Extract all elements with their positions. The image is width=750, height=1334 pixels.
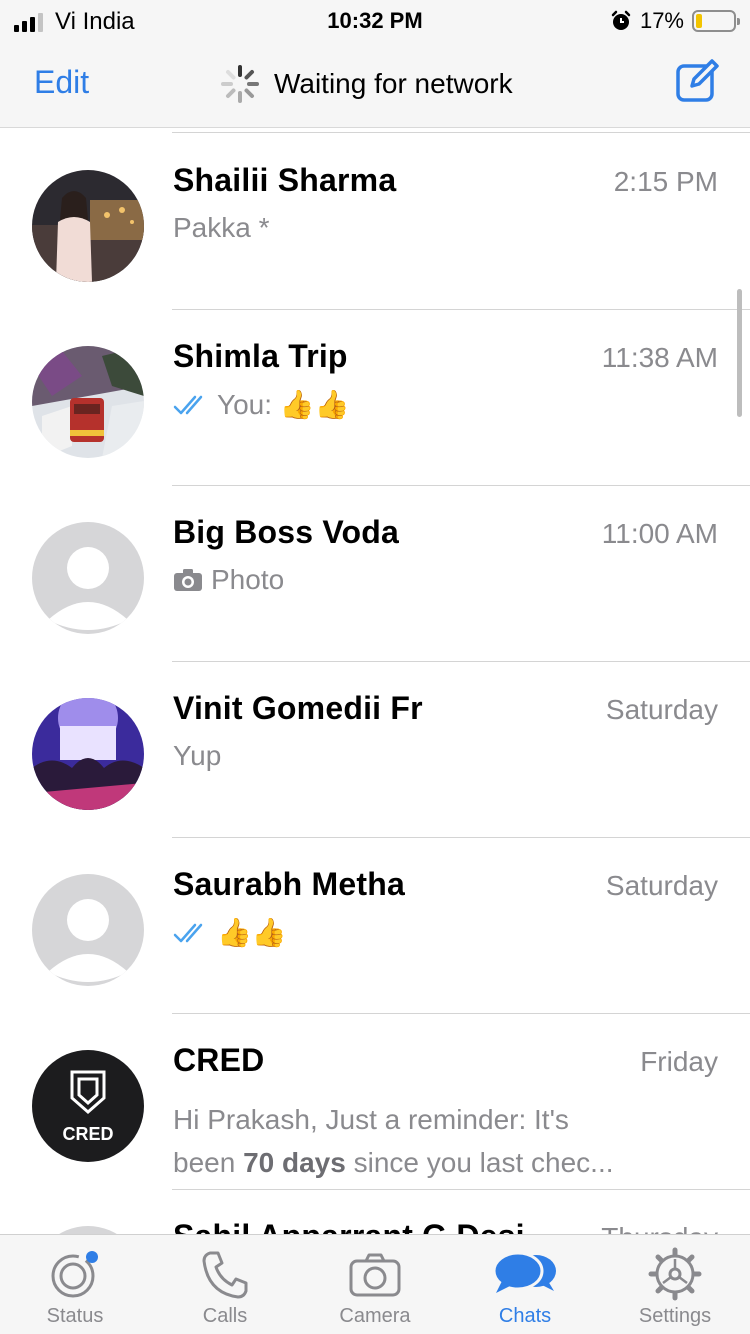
chat-name: Shailii Sharma xyxy=(173,162,397,198)
chat-row[interactable]: Shimla Trip 11:38 AM You: 👍👍 xyxy=(0,310,750,486)
battery-icon xyxy=(692,10,740,32)
battery-percent: 17% xyxy=(639,8,684,33)
battery-level xyxy=(696,14,703,28)
chats-icon xyxy=(492,1251,556,1293)
chat-name: CRED xyxy=(173,1042,265,1078)
chat-preview: Yup xyxy=(173,740,221,772)
chat-time: Friday xyxy=(640,1046,718,1077)
phone-icon xyxy=(202,1251,248,1299)
tab-label: Settings xyxy=(638,1305,712,1327)
chat-list[interactable]: Shailii Sharma 2:15 PM Pakka * Shimla Tr… xyxy=(0,129,750,1235)
alarm-icon xyxy=(611,10,631,30)
chat-name: Sahil Apparrant G Desi xyxy=(173,1218,525,1235)
divider xyxy=(172,132,750,133)
read-receipt-icon xyxy=(173,923,203,942)
tab-label: Camera xyxy=(339,1305,411,1327)
avatar xyxy=(32,170,144,282)
tab-label: Calls xyxy=(202,1305,248,1327)
chat-preview-line: Hi Prakash, Just a reminder: It's xyxy=(173,1104,569,1135)
gear-icon xyxy=(648,1247,702,1301)
chat-row[interactable]: Saurabh Metha Saturday 👍👍 xyxy=(0,838,750,1014)
status-bar: Vi India 10:32 PM 17% xyxy=(0,0,750,40)
chat-preview: Pakka * xyxy=(173,212,270,244)
camera-icon xyxy=(174,569,202,591)
camera-icon xyxy=(349,1253,401,1297)
chat-preview-text: Photo xyxy=(211,564,285,595)
avatar xyxy=(32,346,144,458)
chat-preview-line: been 70 days since you last chec... xyxy=(173,1147,614,1178)
chat-preview-text: 👍👍 xyxy=(217,917,287,948)
chat-row[interactable]: Vinit Gomedii Fr Saturday Yup xyxy=(0,662,750,838)
chat-preview: Photo xyxy=(173,564,284,596)
edit-button[interactable]: Edit xyxy=(34,64,89,101)
spinner-icon xyxy=(221,65,259,103)
avatar-placeholder xyxy=(32,874,144,986)
nav-title: Waiting for network xyxy=(274,68,513,99)
chat-row[interactable]: Sahil Apparrant G Desi Thursday xyxy=(0,1190,750,1235)
chat-row[interactable]: Shailii Sharma 2:15 PM Pakka * xyxy=(0,134,750,310)
chat-preview: Hi Prakash, Just a reminder: It's been 7… xyxy=(173,1098,663,1184)
logo-text: CRED xyxy=(62,1124,113,1144)
chat-row[interactable]: CRED CRED Friday Hi Prakash, Just a remi… xyxy=(0,1014,750,1190)
chat-name: Big Boss Voda xyxy=(173,514,400,550)
chat-time: 11:38 AM xyxy=(601,342,718,373)
status-icon xyxy=(51,1251,98,1298)
chat-time: 2:15 PM xyxy=(613,166,718,197)
avatar-logo: CRED xyxy=(32,1050,144,1162)
chat-preview-text: Pakka * xyxy=(173,212,270,243)
tab-settings[interactable]: Settings xyxy=(600,1247,750,1328)
tab-calls[interactable]: Calls xyxy=(150,1247,300,1328)
nav-title-group: Waiting for network xyxy=(220,64,513,104)
chat-name: Saurabh Metha xyxy=(173,866,405,902)
tab-label: Status xyxy=(46,1305,104,1327)
chat-name: Shimla Trip xyxy=(173,338,348,374)
chat-preview-text: Yup xyxy=(173,740,222,771)
avatar-placeholder xyxy=(32,522,144,634)
status-bar-right: 17% xyxy=(610,8,740,34)
chat-preview-text: You: 👍👍 xyxy=(217,389,350,420)
chat-row[interactable]: Big Boss Voda 11:00 AM Photo xyxy=(0,486,750,662)
tab-status[interactable]: Status xyxy=(0,1247,150,1328)
chat-time: 11:00 AM xyxy=(601,518,718,549)
tab-bar: Status Calls Camera Chats Settings xyxy=(0,1234,750,1334)
avatar xyxy=(32,698,144,810)
chat-name: Vinit Gomedii Fr xyxy=(173,690,423,726)
chat-preview: 👍👍 xyxy=(173,916,287,949)
chat-preview: You: 👍👍 xyxy=(173,388,350,421)
tab-camera[interactable]: Camera xyxy=(300,1247,450,1328)
read-receipt-icon xyxy=(173,395,203,414)
tab-chats[interactable]: Chats xyxy=(450,1247,600,1328)
compose-icon[interactable] xyxy=(674,58,720,104)
navigation-bar: Edit Waiting for network xyxy=(0,40,750,128)
chat-time: Saturday xyxy=(605,870,718,901)
chat-time: Saturday xyxy=(605,694,718,725)
tab-label: Chats xyxy=(498,1305,552,1327)
scrollbar[interactable] xyxy=(737,289,742,417)
